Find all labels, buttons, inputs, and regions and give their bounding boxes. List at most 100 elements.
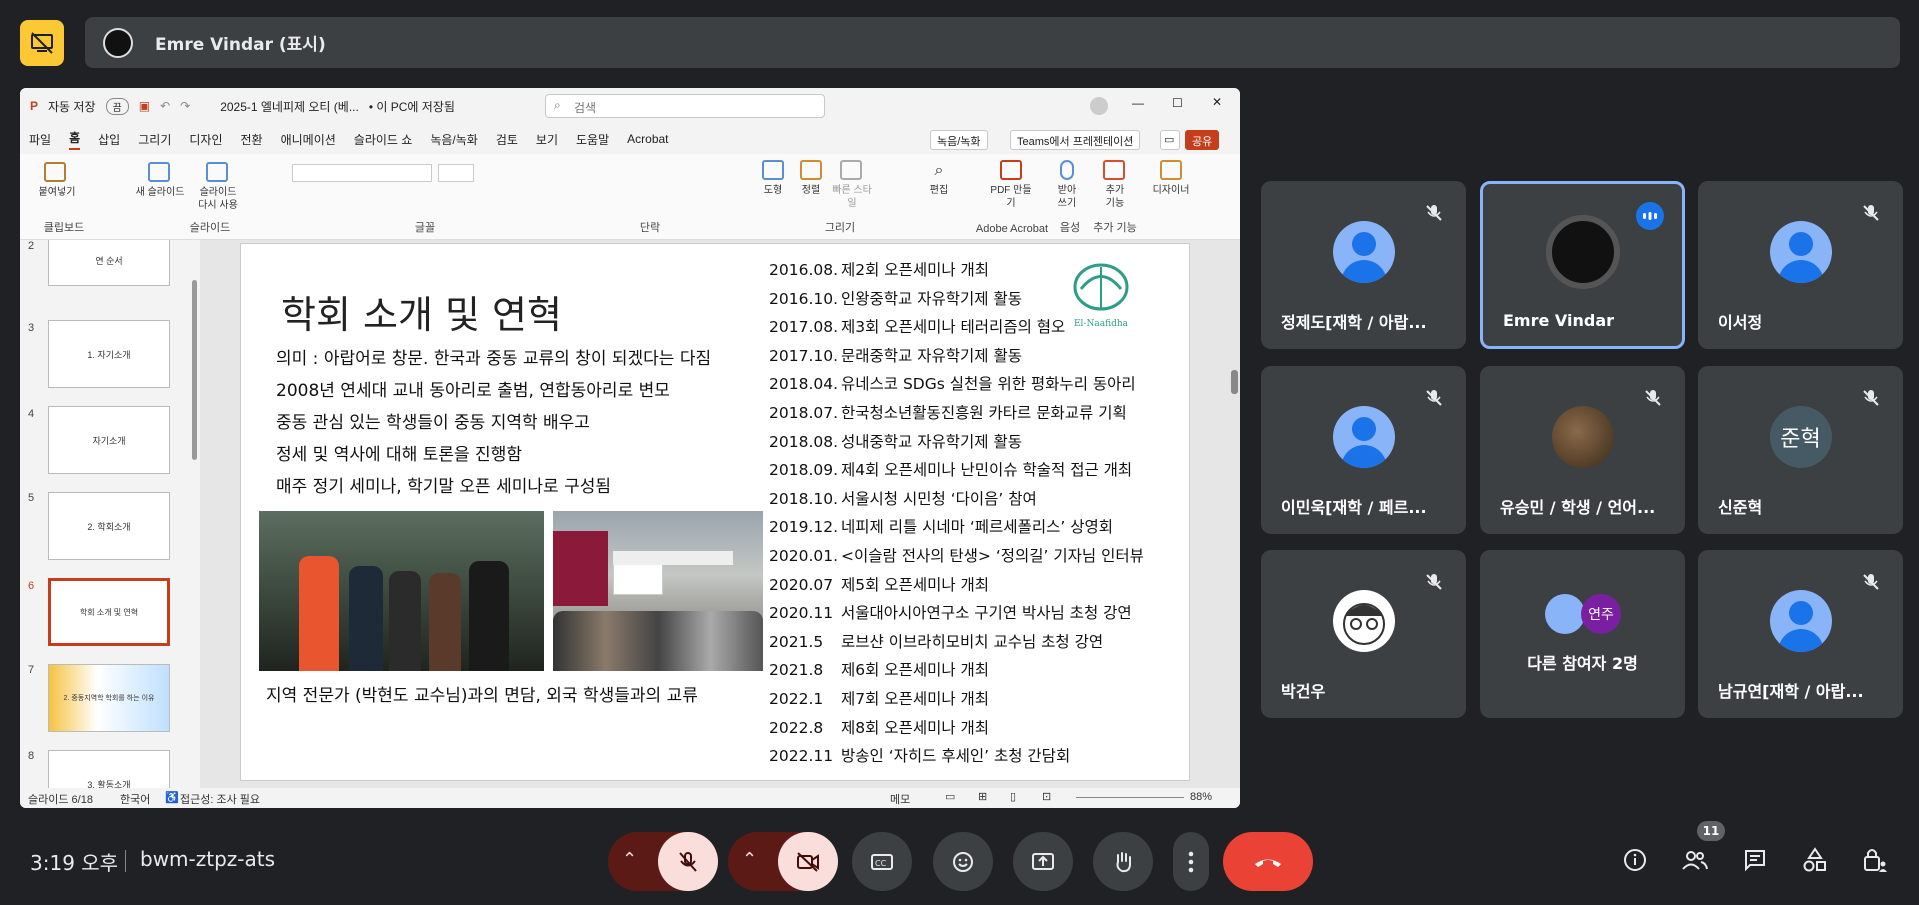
initials-avatar: 준혁: [1769, 405, 1832, 468]
participant-tile[interactable]: 남규연[재학 / 아랍...: [1698, 550, 1903, 718]
meeting-details-button[interactable]: [1619, 844, 1651, 876]
stop-presenting-button[interactable]: [20, 20, 64, 66]
menu-home[interactable]: 홈: [69, 129, 81, 150]
menu-review[interactable]: 검토: [496, 131, 518, 148]
new-slide-button[interactable]: 새 슬라이드: [132, 186, 188, 199]
save-location[interactable]: • 이 PC에 저장됨: [369, 98, 455, 115]
new-slide-icon[interactable]: [148, 162, 170, 182]
group-drawing: 그리기: [824, 222, 856, 234]
more-options-button[interactable]: [1173, 832, 1209, 891]
arrange-button[interactable]: 정렬: [796, 184, 826, 197]
slide-thumbnail[interactable]: 1. 자기소개: [48, 320, 170, 388]
leave-call-button[interactable]: [1223, 832, 1313, 891]
addins-icon[interactable]: [1103, 160, 1125, 180]
font-size-select[interactable]: [438, 164, 474, 182]
captions-button[interactable]: CC: [852, 832, 912, 891]
timeline-date: 2022.1: [769, 690, 824, 708]
account-icon[interactable]: [1090, 97, 1108, 115]
menu-draw[interactable]: 그리기: [138, 131, 171, 148]
slide-thumbnail[interactable]: 2. 학회소개: [48, 492, 170, 560]
arrange-icon[interactable]: [800, 160, 822, 180]
editing-search-icon[interactable]: ⌕: [926, 163, 952, 179]
slide-thumbnail[interactable]: 자기소개: [48, 406, 170, 474]
participant-tile[interactable]: 이민욱[재학 / 페르...: [1261, 366, 1466, 534]
status-language[interactable]: 한국어: [120, 791, 150, 807]
quick-styles-button[interactable]: 빠른 스타일: [832, 184, 872, 210]
maximize-icon[interactable]: ☐: [1172, 96, 1183, 110]
reactions-button[interactable]: [933, 832, 993, 891]
comments-icon[interactable]: ▭: [1160, 130, 1180, 150]
participant-tile-speaking[interactable]: Emre Vindar: [1480, 181, 1685, 349]
camera-options-chevron-icon[interactable]: ⌃: [742, 849, 757, 870]
font-name-select[interactable]: [292, 164, 432, 182]
participant-tile[interactable]: 준혁 신준혁: [1698, 366, 1903, 534]
mic-toggle-button[interactable]: [658, 832, 718, 891]
shapes-button[interactable]: 도형: [758, 184, 788, 197]
raise-hand-button[interactable]: [1093, 832, 1153, 891]
thumbnail-scrollbar[interactable]: [192, 280, 197, 460]
microphone-icon[interactable]: [1060, 160, 1074, 180]
present-screen-button[interactable]: [1013, 832, 1073, 891]
slide-sorter-icon[interactable]: ⊞: [978, 790, 987, 803]
editing-button[interactable]: 편집: [924, 184, 954, 197]
slideshow-icon[interactable]: ⊡: [1042, 790, 1051, 803]
slide-scrollbar[interactable]: [1231, 370, 1238, 394]
redo-icon[interactable]: ↷: [180, 99, 190, 113]
other-participants-tile[interactable]: 연주 다른 참여자 2명: [1480, 550, 1685, 718]
menu-insert[interactable]: 삽입: [98, 131, 120, 148]
close-icon[interactable]: ✕: [1212, 95, 1222, 109]
participant-tile[interactable]: 유승민 / 학생 / 언어...: [1480, 366, 1685, 534]
menu-acrobat[interactable]: Acrobat: [627, 132, 668, 146]
people-button[interactable]: [1679, 844, 1711, 876]
notes-button[interactable]: 메모: [890, 791, 910, 807]
camera-toggle-button[interactable]: [778, 832, 838, 891]
menu-design[interactable]: 디자인: [189, 131, 222, 148]
participant-tile[interactable]: 이서정: [1698, 181, 1903, 349]
mic-options-chevron-icon[interactable]: ⌃: [622, 849, 637, 870]
participant-tile[interactable]: 박건우: [1261, 550, 1466, 718]
menu-slideshow[interactable]: 슬라이드 쇼: [354, 131, 413, 148]
status-accessibility[interactable]: 접근성: 조사 필요: [180, 791, 260, 807]
reuse-slide-button[interactable]: 슬라이드 다시 사용: [196, 186, 240, 212]
reading-view-icon[interactable]: ▯: [1010, 790, 1016, 803]
zoom-slider[interactable]: [1076, 797, 1184, 798]
menu-file[interactable]: 파일: [29, 131, 51, 148]
slide-thumbnail[interactable]: 연 순서: [48, 240, 170, 286]
record-button[interactable]: 녹음/녹화: [930, 130, 988, 150]
shapes-icon[interactable]: [762, 160, 784, 180]
quick-styles-icon[interactable]: [840, 160, 862, 180]
activities-button[interactable]: [1799, 844, 1831, 876]
menu-transitions[interactable]: 전환: [240, 131, 262, 148]
designer-icon[interactable]: [1160, 160, 1182, 180]
ppt-search-box[interactable]: ⌕ 검색: [545, 94, 825, 118]
undo-icon[interactable]: ↶: [160, 99, 170, 113]
normal-view-icon[interactable]: ▭: [945, 790, 955, 803]
autosave-toggle[interactable]: 끔: [105, 97, 129, 115]
paste-button[interactable]: 붙여넣기: [32, 186, 82, 199]
host-controls-button[interactable]: [1859, 844, 1891, 876]
chat-button[interactable]: [1739, 844, 1771, 876]
pdf-icon[interactable]: [1000, 160, 1022, 180]
participant-tile[interactable]: 정제도[재학 / 아랍...: [1261, 181, 1466, 349]
menu-record[interactable]: 녹음/녹화: [430, 131, 478, 148]
slide-thumbnail[interactable]: 2. 중동지역학 학회를 하는 이유: [48, 664, 170, 732]
timeline-date: 2017.08.: [769, 318, 839, 337]
menu-view[interactable]: 보기: [536, 131, 558, 148]
designer-button[interactable]: 디자이너: [1148, 184, 1194, 197]
menu-animations[interactable]: 애니메이션: [281, 131, 336, 148]
zoom-level[interactable]: 88%: [1190, 791, 1212, 803]
save-icon[interactable]: ▣: [139, 99, 150, 113]
teams-present-button[interactable]: Teams에서 프레젠테이션: [1010, 130, 1141, 150]
pdf-share-button[interactable]: PDF 만들기: [988, 184, 1034, 210]
paste-icon[interactable]: [44, 162, 66, 182]
menu-help[interactable]: 도움말: [576, 131, 609, 148]
dictate-button[interactable]: 받아 쓰기: [1052, 184, 1082, 210]
addins-button[interactable]: 추가 기능: [1100, 184, 1130, 210]
slide-thumbnail-selected[interactable]: 학회 소개 및 연혁: [48, 578, 170, 646]
slide-thumbnail[interactable]: 3. 활동소개: [48, 750, 170, 788]
slide-desc-line: 정세 및 역사에 대해 토론을 진행함: [276, 445, 522, 465]
minimize-icon[interactable]: —: [1132, 96, 1144, 110]
initials-avatar: 연주: [1581, 594, 1621, 634]
reuse-slide-icon[interactable]: [206, 162, 228, 182]
share-button[interactable]: 공유: [1185, 130, 1220, 150]
